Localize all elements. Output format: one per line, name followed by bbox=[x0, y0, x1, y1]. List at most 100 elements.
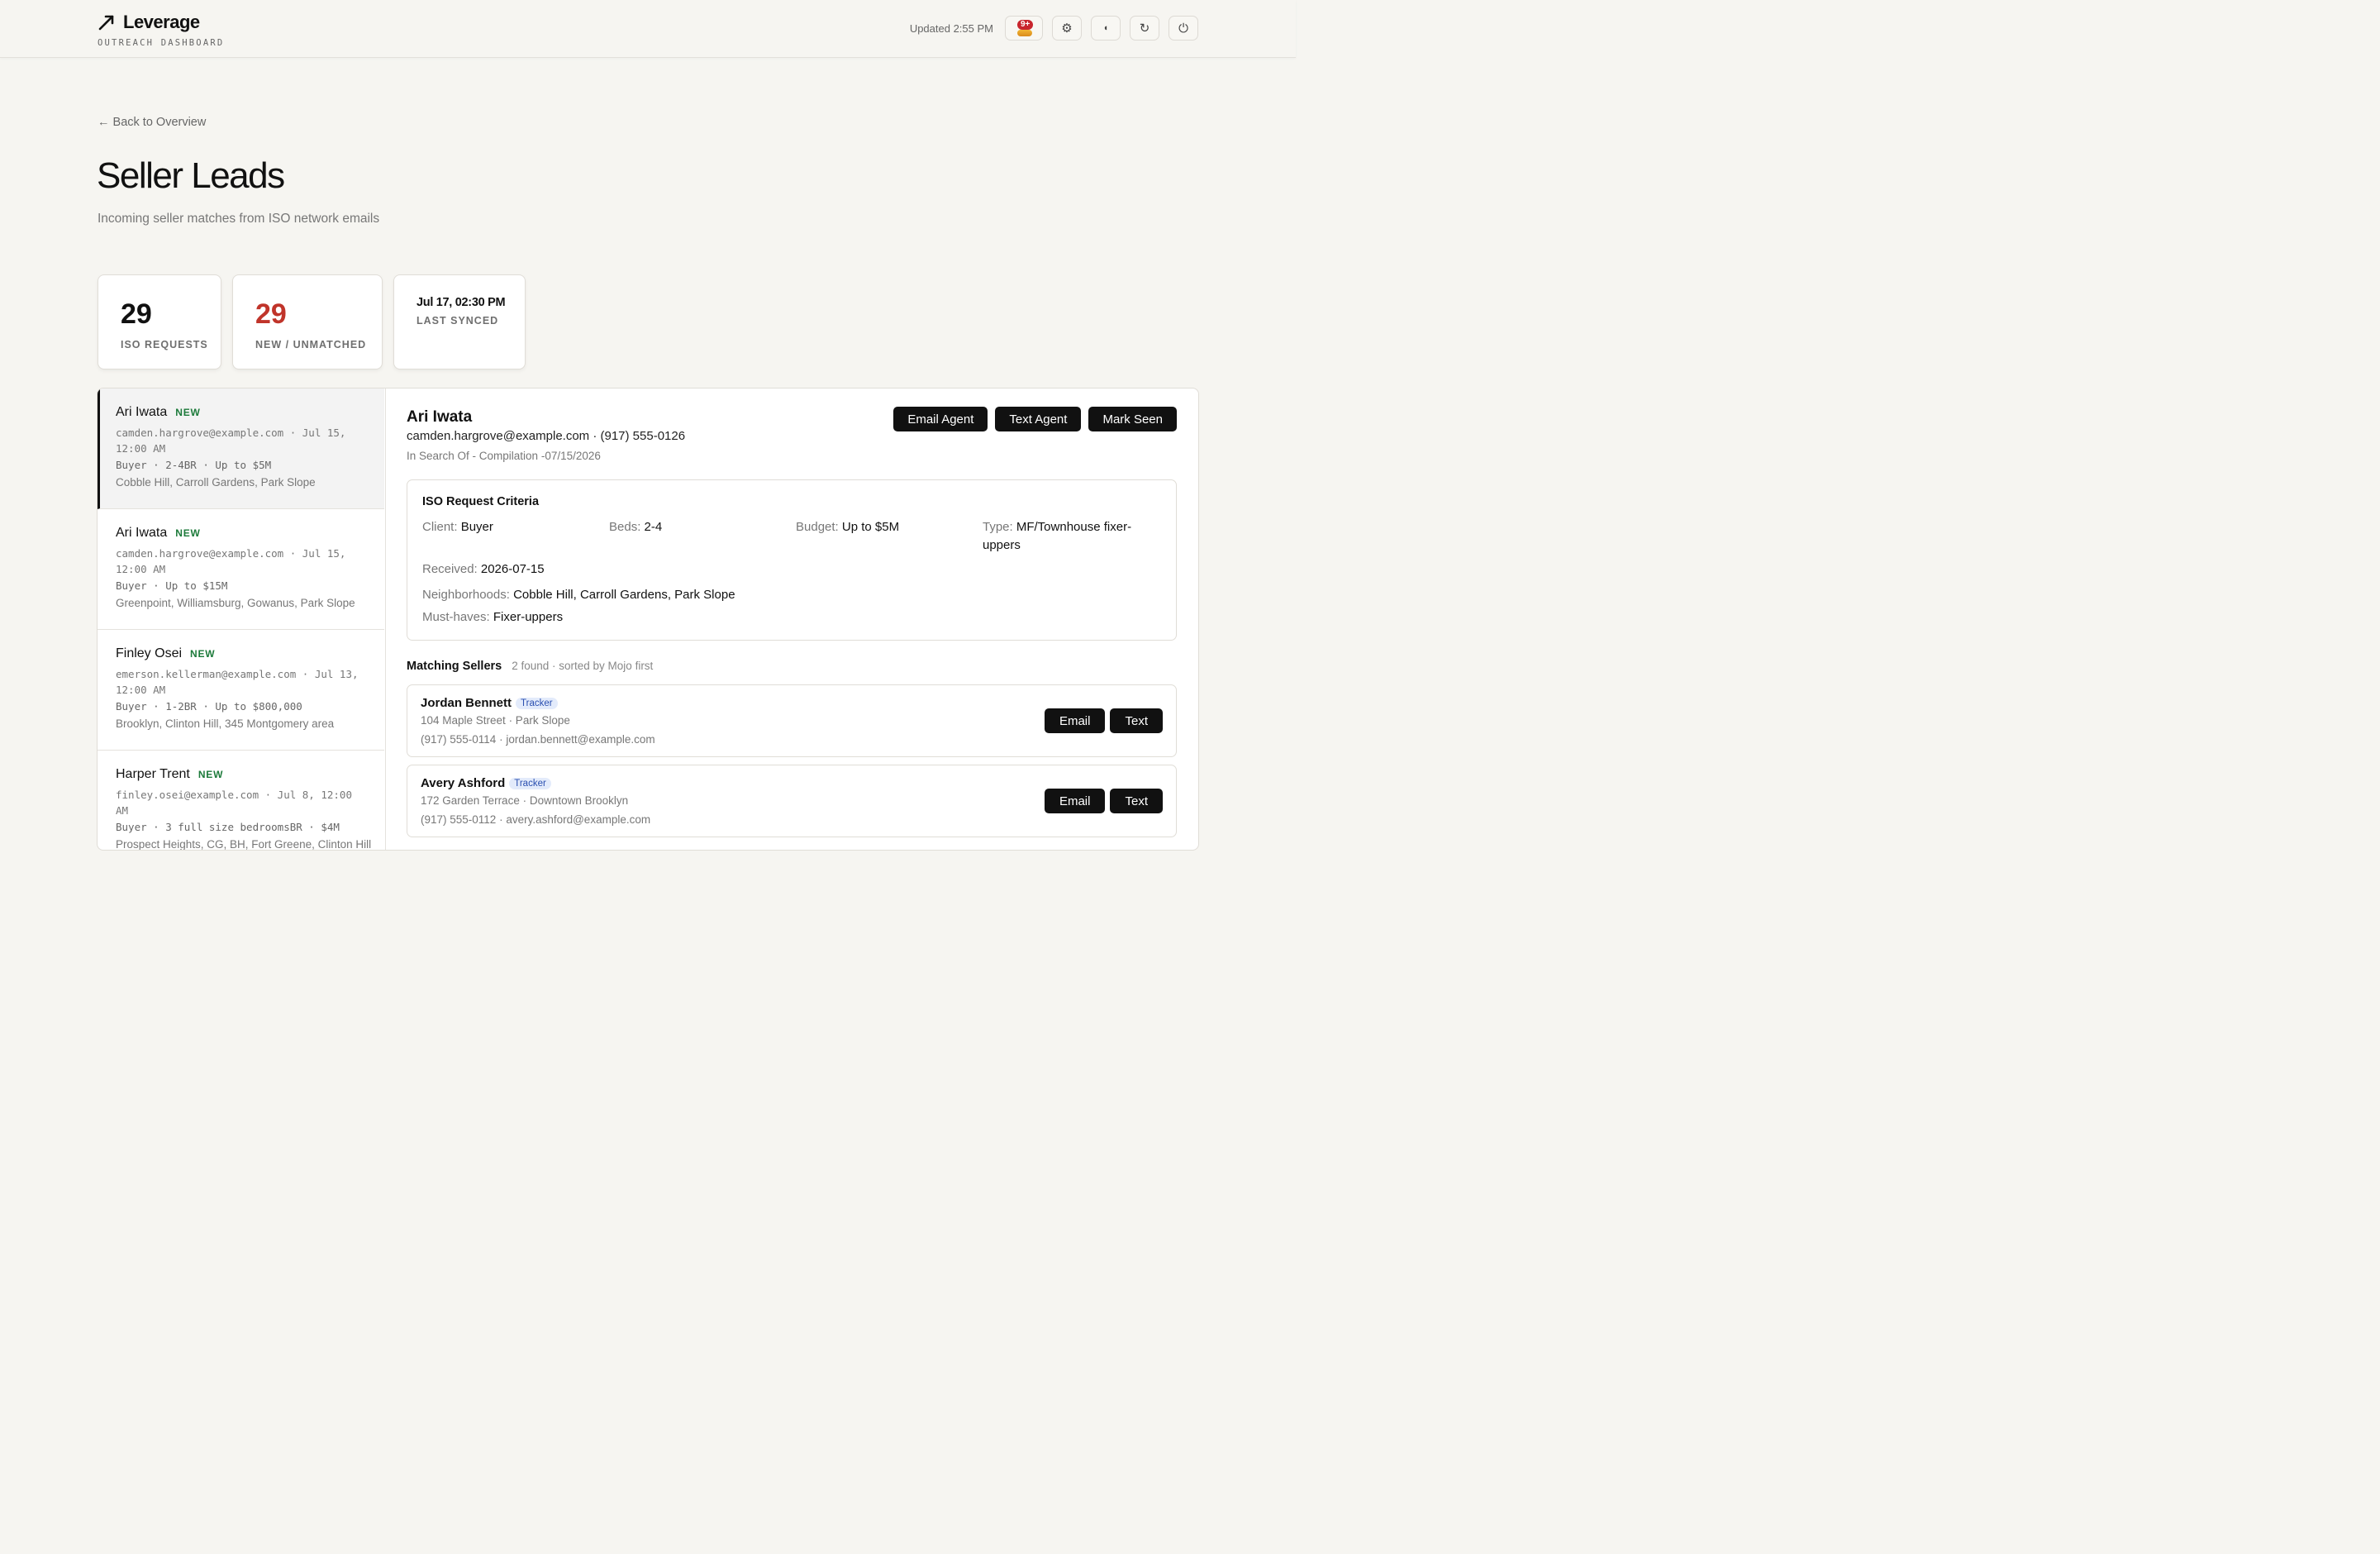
seller-address: 172 Garden Terrace · Downtown Brooklyn bbox=[421, 794, 629, 807]
notifications-button[interactable]: 9+ bbox=[1005, 16, 1043, 41]
criteria-must-haves: Must-haves: Fixer-uppers bbox=[422, 608, 563, 627]
seller-contact: (917) 555-0114 · jordan.bennett@example.… bbox=[421, 733, 655, 746]
criteria-budget: Budget: Up to $5M bbox=[796, 518, 899, 536]
new-badge: NEW bbox=[175, 527, 201, 539]
lead-name: Ari Iwata bbox=[116, 526, 168, 540]
settings-button[interactable]: ⚙ bbox=[1052, 16, 1082, 41]
seller-card: Avery Ashford Tracker 172 Garden Terrace… bbox=[407, 765, 1177, 837]
criteria-beds: Beds: 2-4 bbox=[609, 518, 662, 536]
trend-arrow-icon bbox=[98, 15, 114, 31]
seller-name: Jordan Bennett bbox=[421, 696, 512, 710]
lead-name: Finley Osei bbox=[116, 646, 183, 660]
back-to-overview-link[interactable]: ← Back to Overview bbox=[98, 116, 206, 129]
field-label: Client: bbox=[422, 520, 458, 534]
email-agent-button[interactable]: Email Agent bbox=[893, 407, 988, 431]
criteria-type: Type: MF/Townhouse fixer-uppers bbox=[983, 518, 1156, 555]
lead-list-item[interactable]: Ari Iwata NEW camden.hargrove@example.co… bbox=[98, 509, 384, 630]
lead-meta: finley.osei@example.com · Jul 8, 12:00 A… bbox=[116, 789, 352, 817]
lead-list-item[interactable]: Finley Osei NEW emerson.kellerman@exampl… bbox=[98, 630, 384, 751]
stat-value: 29 bbox=[255, 298, 287, 330]
lead-list-item[interactable]: Ari Iwata NEW camden.hargrove@example.co… bbox=[98, 388, 384, 509]
field-value: Up to $5M bbox=[841, 520, 900, 534]
lead-neighborhoods: Cobble Hill, Carroll Gardens, Park Slope bbox=[116, 476, 316, 489]
matching-sellers-header: Matching Sellers 2 found · sorted by Moj… bbox=[407, 660, 653, 673]
logout-button[interactable]: ⏻ bbox=[1169, 16, 1198, 41]
detail-source: In Search Of - Compilation -07/15/2026 bbox=[407, 450, 601, 462]
detail-name: Ari Iwata bbox=[407, 408, 473, 426]
stat-value: Jul 17, 02:30 PM bbox=[416, 296, 506, 309]
notification-count-badge: 9+ bbox=[1017, 20, 1034, 30]
tracker-tag: Tracker bbox=[509, 777, 551, 789]
iso-criteria-box: ISO Request Criteria Client: Buyer Beds:… bbox=[407, 479, 1177, 641]
field-value: Cobble Hill, Carroll Gardens, Park Slope bbox=[513, 588, 735, 602]
brand-subtitle: OUTREACH DASHBOARD bbox=[98, 38, 225, 48]
field-label: Beds: bbox=[609, 520, 641, 534]
detail-contact: camden.hargrove@example.com · (917) 555-… bbox=[407, 429, 686, 443]
stat-card-new-unmatched: 29 NEW / UNMATCHED bbox=[232, 274, 383, 369]
leads-panel: Ari Iwata NEW camden.hargrove@example.co… bbox=[97, 388, 1199, 851]
new-badge: NEW bbox=[198, 769, 224, 780]
criteria-received: Received: 2026-07-15 bbox=[422, 560, 545, 579]
field-label: Budget: bbox=[796, 520, 839, 534]
lead-meta: camden.hargrove@example.com · Jul 15, 12… bbox=[116, 547, 346, 575]
seller-address: 104 Maple Street · Park Slope bbox=[421, 714, 570, 727]
stat-label: LAST SYNCED bbox=[416, 315, 499, 327]
lead-neighborhoods: Greenpoint, Williamsburg, Gowanus, Park … bbox=[116, 597, 355, 609]
email-seller-button[interactable]: Email bbox=[1044, 789, 1106, 813]
bell-icon bbox=[1017, 30, 1032, 36]
lead-list[interactable]: Ari Iwata NEW camden.hargrove@example.co… bbox=[98, 388, 386, 850]
mark-seen-button[interactable]: Mark Seen bbox=[1088, 407, 1177, 431]
theme-toggle-button[interactable]: ◖ bbox=[1091, 16, 1121, 41]
lead-meta: camden.hargrove@example.com · Jul 15, 12… bbox=[116, 427, 346, 455]
lead-meta: emerson.kellerman@example.com · Jul 13, … bbox=[116, 668, 359, 696]
criteria-title: ISO Request Criteria bbox=[422, 495, 540, 508]
email-seller-button[interactable]: Email bbox=[1044, 708, 1106, 733]
matching-subtitle: 2 found · sorted by Mojo first bbox=[512, 660, 654, 672]
field-value: 2-4 bbox=[644, 520, 663, 534]
field-value: 2026-07-15 bbox=[480, 562, 545, 576]
text-seller-button[interactable]: Text bbox=[1110, 708, 1163, 733]
field-label: Type: bbox=[983, 520, 1013, 534]
stat-label: ISO REQUESTS bbox=[121, 339, 208, 350]
field-label: Neighborhoods: bbox=[422, 588, 510, 602]
refresh-icon: ↻ bbox=[1139, 21, 1150, 36]
page-title: Seller Leads bbox=[97, 155, 285, 196]
page-subtitle: Incoming seller matches from ISO network… bbox=[98, 212, 380, 226]
seller-card: Jordan Bennett Tracker 104 Maple Street … bbox=[407, 684, 1177, 757]
lead-list-item[interactable]: Harper Trent NEW finley.osei@example.com… bbox=[98, 751, 384, 851]
field-label: Received: bbox=[422, 562, 478, 576]
new-badge: NEW bbox=[175, 407, 201, 418]
brand[interactable]: Leverage OUTREACH DASHBOARD bbox=[98, 12, 224, 48]
criteria-neighborhoods: Neighborhoods: Cobble Hill, Carroll Gard… bbox=[422, 586, 735, 604]
text-seller-button[interactable]: Text bbox=[1110, 789, 1163, 813]
lead-criteria: Buyer · 3 full size bedroomsBR · $4M bbox=[116, 821, 340, 833]
tracker-tag: Tracker bbox=[516, 697, 558, 709]
lead-criteria: Buyer · Up to $15M bbox=[116, 579, 228, 592]
updated-time: Updated 2:55 PM bbox=[909, 21, 993, 35]
stat-card-iso-requests: 29 ISO REQUESTS bbox=[98, 274, 221, 369]
new-badge: NEW bbox=[190, 648, 216, 660]
field-value: Buyer bbox=[460, 520, 493, 534]
lead-neighborhoods: Prospect Heights, CG, BH, Fort Greene, C… bbox=[116, 838, 372, 851]
matching-title: Matching Sellers bbox=[407, 660, 502, 673]
text-agent-button[interactable]: Text Agent bbox=[995, 407, 1082, 431]
field-label: Must-haves: bbox=[422, 610, 490, 624]
stat-value: 29 bbox=[121, 298, 152, 330]
lead-name: Harper Trent bbox=[116, 767, 190, 781]
stat-label: NEW / UNMATCHED bbox=[255, 339, 367, 350]
gear-icon: ⚙ bbox=[1061, 21, 1073, 36]
refresh-button[interactable]: ↻ bbox=[1130, 16, 1159, 41]
seller-name: Avery Ashford bbox=[421, 776, 506, 790]
criteria-client: Client: Buyer bbox=[422, 518, 493, 536]
stat-card-last-synced: Jul 17, 02:30 PM LAST SYNCED bbox=[393, 274, 526, 369]
lead-name: Ari Iwata bbox=[116, 405, 168, 419]
lead-criteria: Buyer · 2-4BR · Up to $5M bbox=[116, 459, 272, 471]
field-value: Fixer-uppers bbox=[493, 610, 564, 624]
lead-criteria: Buyer · 1-2BR · Up to $800,000 bbox=[116, 700, 302, 713]
seller-contact: (917) 555-0112 · avery.ashford@example.c… bbox=[421, 813, 651, 826]
top-bar: Leverage OUTREACH DASHBOARD Updated 2:55… bbox=[0, 0, 1296, 58]
moon-icon: ◖ bbox=[1102, 23, 1109, 33]
lead-neighborhoods: Brooklyn, Clinton Hill, 345 Montgomery a… bbox=[116, 717, 335, 730]
brand-name: Leverage bbox=[123, 12, 200, 32]
power-icon: ⏻ bbox=[1178, 21, 1188, 36]
